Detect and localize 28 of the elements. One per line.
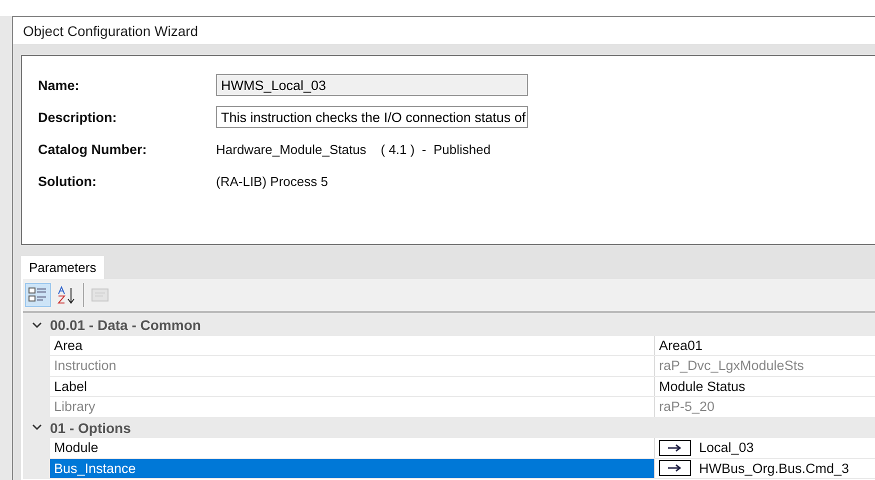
property-name[interactable]: Area [50,336,655,355]
field-value: Hardware_Module_Status ( 4.1 ) - Published [216,140,492,159]
field-label: Catalog Number: [38,142,148,156]
categorized-view-icon [28,286,48,304]
property-value: Module Status [659,378,746,394]
property-value: HWBus_Org.Bus.Cmd_3 [699,460,850,476]
text-field[interactable]: This instruction checks the I/O connection status of [216,106,528,128]
chevron-down-icon[interactable] [32,322,42,329]
tab[interactable]: Parameters [21,256,104,279]
category-title: 01 - Options [50,420,131,436]
property-value: Area01 [659,338,703,353]
property-name[interactable]: Label [50,376,655,396]
field-label: Name: [38,78,80,92]
toolbar-button[interactable] [25,283,51,307]
text-field[interactable]: HWMS_Local_03 [216,74,528,96]
category-title: 00.01 - Data - Common [50,317,201,334]
property-pages-icon [90,286,110,304]
field-label: Description: [38,110,118,124]
window-title: Object Configuration Wizard [13,17,875,44]
sort-alphabetical-icon [57,285,77,305]
field-value: (RA-LIB) Process 5 [216,172,329,191]
property-value: raP-5_20 [659,399,715,414]
chevron-down-icon[interactable] [32,424,42,432]
property-value: raP_Dvc_LgxModuleSts [659,358,804,374]
property-name[interactable]: Module [50,438,655,458]
property-value: Local_03 [699,440,754,456]
property-name[interactable]: Bus_Instance [50,458,655,478]
field-label: Solution: [38,174,98,188]
